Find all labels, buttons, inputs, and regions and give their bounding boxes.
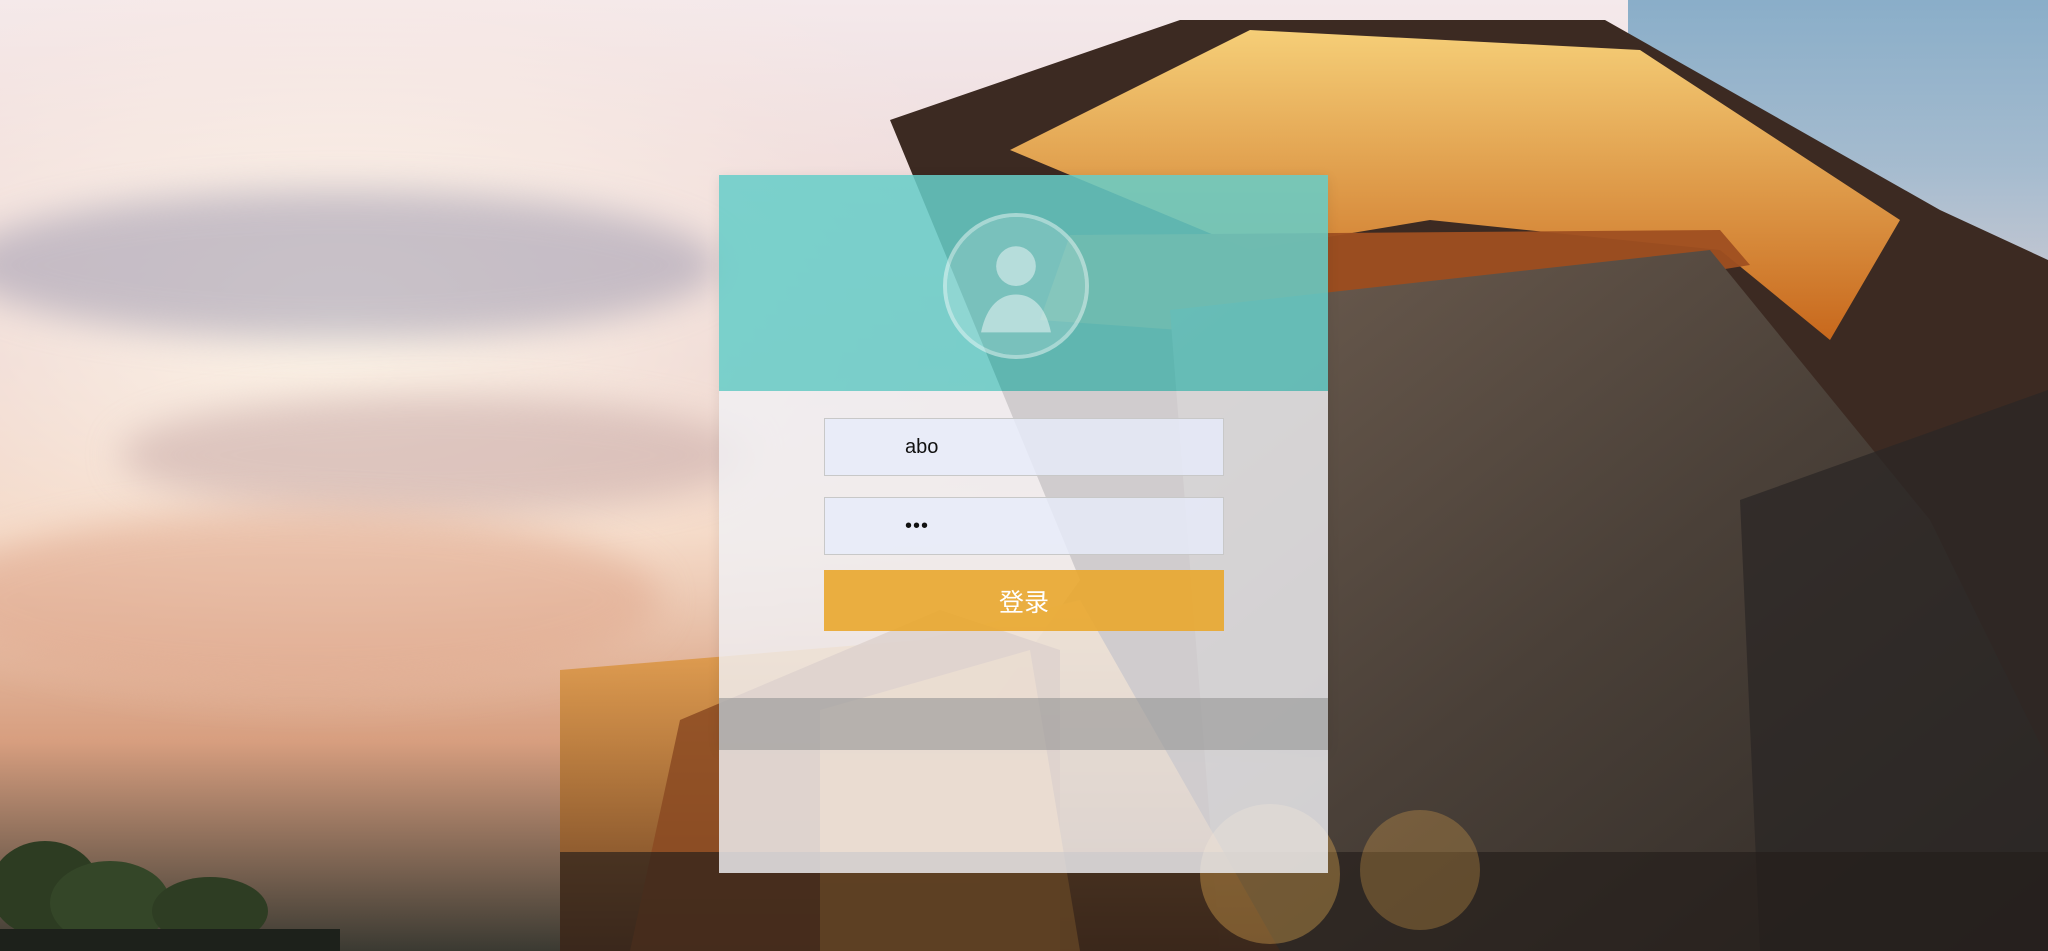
background-trees bbox=[0, 841, 340, 951]
login-panel: 登录 bbox=[719, 175, 1328, 873]
background-cloud bbox=[0, 510, 660, 690]
login-page: 登录 bbox=[0, 0, 2048, 951]
background-sky bbox=[1628, 0, 2048, 420]
username-input[interactable] bbox=[824, 418, 1224, 476]
login-button[interactable]: 登录 bbox=[824, 570, 1224, 631]
background-cloud bbox=[0, 190, 720, 340]
background-cloud bbox=[120, 395, 750, 515]
password-input[interactable] bbox=[824, 497, 1224, 555]
user-silhouette-icon bbox=[943, 213, 1089, 359]
login-panel-header bbox=[719, 175, 1328, 391]
login-panel-footer bbox=[719, 698, 1328, 750]
